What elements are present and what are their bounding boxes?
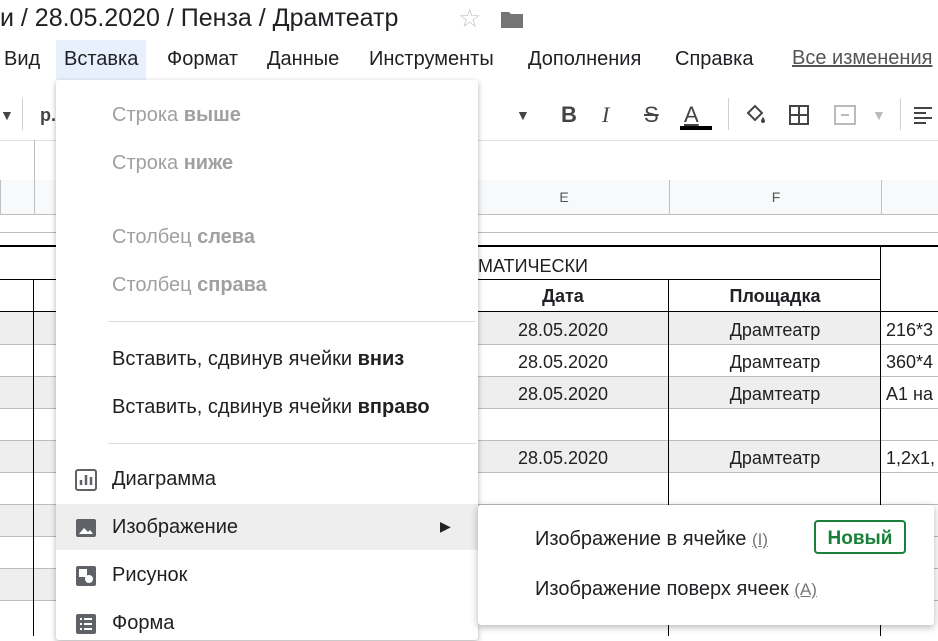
table-cell[interactable]: 1,2х1, <box>886 444 938 472</box>
menu-tools[interactable]: Инструменты <box>369 40 494 80</box>
menu-item-label-bold: слева <box>197 226 255 248</box>
menu-item-label: Строка <box>112 104 184 126</box>
menu-item-label-bold: справа <box>197 274 267 296</box>
chart-icon <box>74 468 98 492</box>
menu-separator <box>108 321 476 322</box>
table-cell[interactable]: 28.05.2020 <box>458 348 668 376</box>
table-cell[interactable]: 28.05.2020 <box>458 380 668 408</box>
table-cell[interactable]: 360*4 <box>886 348 938 376</box>
font-size-dropdown-icon[interactable]: ▼ <box>516 98 530 132</box>
font-name-dropdown[interactable]: р. <box>40 98 56 132</box>
menu-item-label: Столбец <box>112 226 198 248</box>
menu-item-row-above[interactable]: Строка выше <box>112 103 241 127</box>
column-header-g[interactable] <box>881 180 938 214</box>
form-icon <box>74 612 98 636</box>
menu-item-chart[interactable]: Диаграмма <box>112 467 216 491</box>
table-border <box>33 279 34 636</box>
menu-separator <box>108 443 476 444</box>
submenu-arrow-icon: ▶ <box>440 518 451 534</box>
header-venue-cell[interactable]: Площадка <box>669 283 881 309</box>
table-cell[interactable]: 28.05.2020 <box>458 444 668 472</box>
drawing-icon <box>74 564 98 588</box>
menu-view[interactable]: Вид <box>4 40 40 80</box>
menu-item-shift-down[interactable]: Вставить, сдвинув ячейки вниз <box>112 347 404 371</box>
menu-insert[interactable]: Вставка <box>56 40 147 80</box>
table-cell[interactable]: А1 на <box>886 380 938 408</box>
menu-help[interactable]: Справка <box>675 40 753 80</box>
bold-button[interactable]: B <box>561 98 577 132</box>
menu-item-column-left[interactable]: Столбец слева <box>112 225 255 249</box>
borders-icon[interactable] <box>788 98 810 136</box>
menu-item-row-below[interactable]: Строка ниже <box>112 151 233 175</box>
menu-item-label: Строка <box>112 152 184 174</box>
menu-addons[interactable]: Дополнения <box>528 40 641 80</box>
menu-item-image[interactable]: Изображение <box>112 515 238 539</box>
menu-item-label: Вставить, сдвинув ячейки <box>112 348 358 370</box>
table-cell[interactable]: 28.05.2020 <box>458 316 668 344</box>
document-title[interactable]: и / 28.05.2020 / Пенза / Драмтеатр <box>0 0 398 40</box>
toolbar-separator <box>900 98 901 130</box>
submenu-item-label: Изображение в ячейке <box>535 528 747 550</box>
italic-button[interactable]: I <box>602 98 609 132</box>
image-icon <box>74 516 98 540</box>
menu-item-label-bold: вправо <box>357 396 430 418</box>
menu-item-label: Вставить, сдвинув ячейки <box>112 396 358 418</box>
merge-cells-icon[interactable] <box>833 98 857 136</box>
column-header-f[interactable]: F <box>669 180 882 214</box>
toolbar-separator <box>728 98 729 130</box>
submenu-item-image-in-cell[interactable]: Изображение в ячейке (I) <box>535 527 768 552</box>
dropdown-arrow-icon[interactable]: ▼ <box>0 98 14 132</box>
column-header-blank[interactable] <box>0 180 34 214</box>
table-cell[interactable]: Драмтеатр <box>669 380 881 408</box>
table-cell[interactable]: Драмтеатр <box>669 348 881 376</box>
fill-color-icon[interactable] <box>744 98 768 137</box>
menu-item-drawing[interactable]: Рисунок <box>112 563 187 587</box>
folder-icon[interactable] <box>500 9 524 34</box>
submenu-item-label: Изображение поверх ячеек <box>535 578 789 600</box>
table-cell[interactable]: 216*3 <box>886 316 938 344</box>
header-date-cell[interactable]: Дата <box>458 283 668 309</box>
menu-item-label-bold: вниз <box>357 348 405 370</box>
merge-dropdown-icon[interactable]: ▼ <box>872 98 886 132</box>
strikethrough-button[interactable]: S <box>644 98 659 132</box>
menu-item-form[interactable]: Форма <box>112 611 174 635</box>
menu-item-column-right[interactable]: Столбец справа <box>112 273 267 297</box>
menu-data[interactable]: Данные <box>267 40 339 80</box>
table-cell[interactable]: Драмтеатр <box>669 444 881 472</box>
menu-item-label-bold: выше <box>183 104 241 126</box>
align-left-icon[interactable] <box>912 98 934 135</box>
table-cell[interactable]: Драмтеатр <box>669 316 881 344</box>
toolbar-separator <box>22 98 23 130</box>
menu-item-label-bold: ниже <box>183 152 234 174</box>
submenu-item-image-over-cells[interactable]: Изображение поверх ячеек (A) <box>535 577 817 602</box>
text-color-swatch <box>680 126 712 130</box>
shortcut-hint: (I) <box>751 530 768 549</box>
menu-format[interactable]: Формат <box>167 40 238 80</box>
merged-header-cell[interactable]: МАТИЧЕСКИ <box>478 254 588 278</box>
all-changes-link[interactable]: Все изменения <box>792 40 932 76</box>
column-header-e[interactable]: E <box>458 180 669 214</box>
shortcut-hint: (A) <box>794 580 817 599</box>
new-badge: Новый <box>814 520 906 554</box>
menu-item-label: Столбец <box>112 274 198 296</box>
formula-bar-divider <box>34 140 35 180</box>
star-icon[interactable]: ☆ <box>458 4 481 32</box>
menu-item-shift-right[interactable]: Вставить, сдвинув ячейки вправо <box>112 395 430 419</box>
